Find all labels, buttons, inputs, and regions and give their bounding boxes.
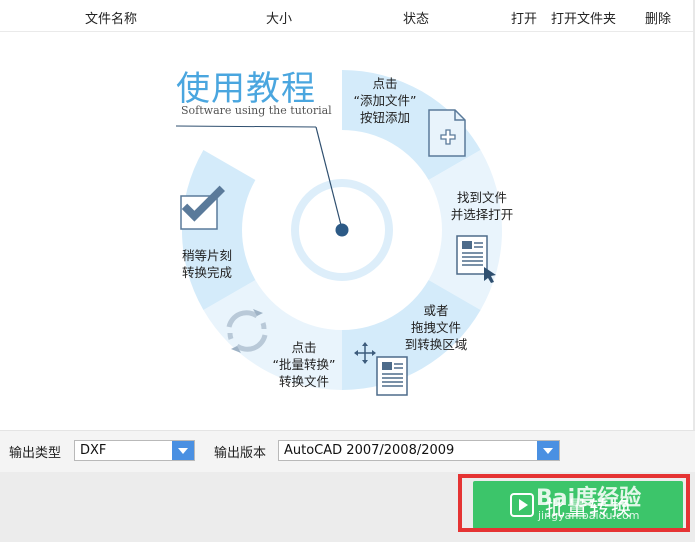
step-5-text: 稍等片刻 转换完成 bbox=[181, 248, 232, 280]
column-file-name[interactable]: 文件名称 bbox=[85, 8, 137, 27]
document-icon bbox=[376, 356, 408, 396]
tutorial-subtitle: Software using the tutorial bbox=[181, 104, 332, 117]
output-type-select[interactable]: DXF bbox=[74, 440, 195, 461]
pointer-line bbox=[315, 126, 343, 230]
step-3-text: 或者 拖拽文件 到转换区域 bbox=[404, 303, 468, 352]
watermark-url: jingyan.baidu.com bbox=[538, 509, 640, 522]
drop-zone-tutorial[interactable]: 使用教程 Software using the tutorial 点击 “添加文… bbox=[0, 33, 693, 430]
step-1-text: 点击 “添加文件” 按钮添加 bbox=[353, 76, 417, 125]
column-size[interactable]: 大小 bbox=[266, 8, 292, 27]
output-type-label: 输出类型 bbox=[9, 446, 62, 461]
delete-button[interactable]: 删除 bbox=[645, 8, 671, 27]
output-options-bar: 输出类型 DXF 输出版本 AutoCAD 2007/2008/2009 bbox=[0, 430, 695, 472]
ring-segment-5 bbox=[181, 150, 256, 310]
tutorial-ring bbox=[175, 70, 503, 396]
open-button[interactable]: 打开 bbox=[511, 8, 537, 27]
step-4-text: 点击 “批量转换” 转换文件 bbox=[272, 340, 336, 389]
center-dot bbox=[335, 223, 349, 237]
ring-segment-2 bbox=[428, 150, 503, 310]
output-version-label: 输出版本 bbox=[214, 446, 267, 461]
chevron-down-icon[interactable] bbox=[172, 441, 194, 460]
chevron-down-icon[interactable] bbox=[537, 441, 559, 460]
output-type-value: DXF bbox=[80, 443, 107, 458]
add-file-icon bbox=[428, 109, 466, 157]
output-version-select[interactable]: AutoCAD 2007/2008/2009 bbox=[278, 440, 560, 461]
title-underline bbox=[175, 125, 317, 128]
file-list-header: 文件名称 大小 状态 打开 打开文件夹 删除 bbox=[0, 0, 695, 32]
step-2-text: 找到文件 并选择打开 bbox=[450, 190, 514, 222]
tutorial-title: 使用教程 bbox=[176, 69, 316, 109]
output-version-value: AutoCAD 2007/2008/2009 bbox=[284, 443, 455, 458]
watermark-logo: Bai度经验 bbox=[536, 486, 642, 511]
open-folder-button[interactable]: 打开文件夹 bbox=[551, 8, 616, 27]
column-status[interactable]: 状态 bbox=[403, 8, 429, 27]
